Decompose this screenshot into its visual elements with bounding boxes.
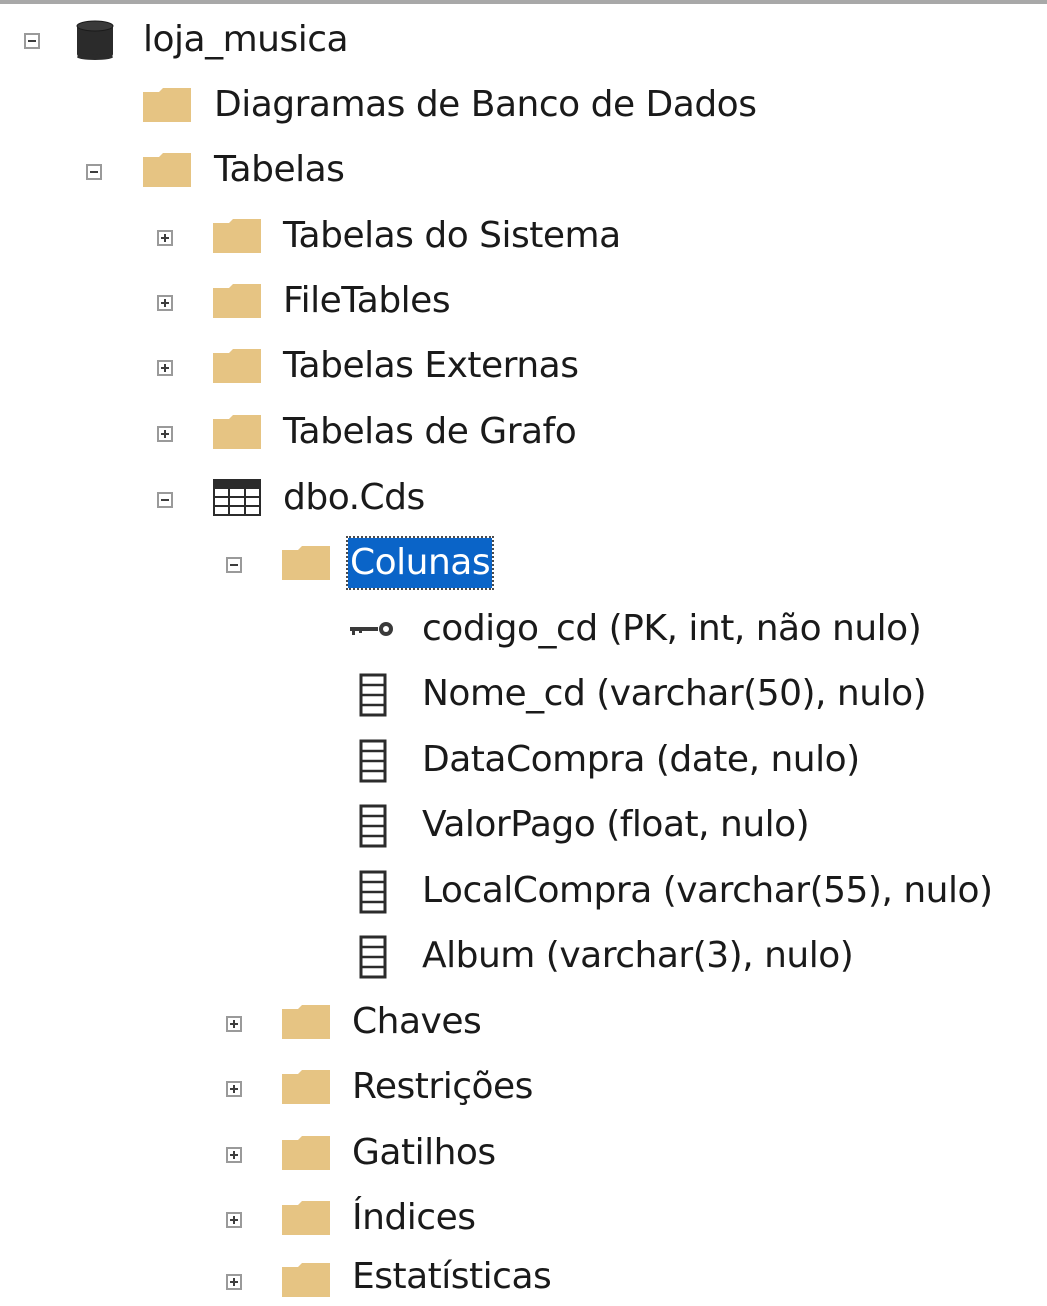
tree-node-label: Nome_cd (varchar(50), nulo) — [422, 673, 927, 714]
tree-node-label-selected: Colunas — [345, 536, 495, 590]
tree-node-label: Album (varchar(3), nulo) — [422, 935, 854, 976]
tree-node-label: Tabelas Externas — [283, 345, 579, 386]
tree-node-label: codigo_cd (PK, int, não nulo) — [422, 608, 922, 649]
column-icon — [359, 804, 387, 848]
tree-node-label: Tabelas — [214, 149, 345, 190]
object-explorer-tree: loja_musica Diagramas de Banco de Dados … — [0, 0, 1047, 1303]
expand-toggle[interactable] — [157, 295, 173, 311]
folder-icon — [282, 1201, 330, 1235]
tree-node-label: Gatilhos — [352, 1132, 496, 1173]
tree-node-label: Tabelas de Grafo — [283, 411, 577, 452]
folder-icon — [213, 219, 261, 253]
tree-node-label: FileTables — [283, 280, 451, 321]
table-icon — [213, 479, 261, 516]
database-icon — [76, 20, 114, 60]
column-icon — [359, 870, 387, 914]
folder-icon — [282, 1263, 330, 1297]
tree-node-label: dbo.Cds — [283, 477, 425, 518]
tree-node-label: Tabelas do Sistema — [283, 215, 621, 256]
expand-toggle[interactable] — [226, 1274, 242, 1290]
collapse-toggle[interactable] — [157, 492, 173, 508]
folder-icon — [143, 153, 191, 187]
tree-node-label: Diagramas de Banco de Dados — [214, 84, 757, 125]
tree-node-label: LocalCompra (varchar(55), nulo) — [422, 870, 993, 911]
folder-icon — [143, 88, 191, 122]
key-icon — [350, 622, 393, 636]
tree-node-label: DataCompra (date, nulo) — [422, 739, 860, 780]
collapse-toggle[interactable] — [86, 164, 102, 180]
expand-toggle[interactable] — [157, 230, 173, 246]
expand-toggle[interactable] — [226, 1016, 242, 1032]
tree-node-label: Chaves — [352, 1001, 482, 1042]
expand-toggle[interactable] — [157, 360, 173, 376]
folder-icon — [213, 349, 261, 383]
tree-node-label: loja_musica — [143, 19, 349, 60]
folder-icon — [213, 284, 261, 318]
folder-icon — [213, 415, 261, 449]
folder-icon — [282, 1005, 330, 1039]
tree-node-label: Restrições — [352, 1066, 533, 1107]
column-icon — [359, 739, 387, 783]
tree-node-label: ValorPago (float, nulo) — [422, 804, 810, 845]
tree-node-label: Estatísticas — [352, 1256, 552, 1297]
expand-toggle[interactable] — [226, 1147, 242, 1163]
expand-toggle[interactable] — [226, 1212, 242, 1228]
column-icon — [359, 673, 387, 717]
collapse-toggle[interactable] — [226, 557, 242, 573]
folder-icon — [282, 546, 330, 580]
column-icon — [359, 935, 387, 979]
folder-icon — [282, 1136, 330, 1170]
expand-toggle[interactable] — [157, 426, 173, 442]
collapse-toggle[interactable] — [24, 33, 40, 49]
expand-toggle[interactable] — [226, 1081, 242, 1097]
tree-node-label: Índices — [352, 1197, 476, 1238]
folder-icon — [282, 1070, 330, 1104]
